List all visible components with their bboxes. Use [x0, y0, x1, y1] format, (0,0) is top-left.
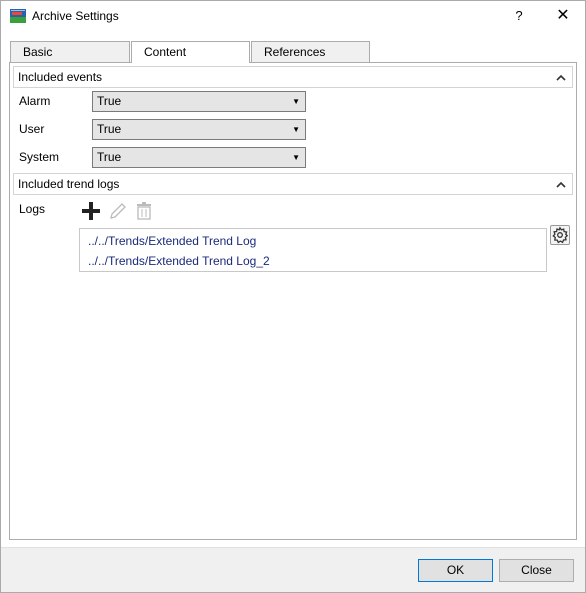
included-events-title: Included events — [18, 70, 103, 84]
included-trend-logs-title: Included trend logs — [18, 177, 120, 191]
help-button[interactable]: ? — [507, 5, 531, 27]
included-events-header[interactable]: Included events — [13, 66, 573, 88]
archive-app-icon — [10, 9, 26, 23]
user-select-value: True — [97, 122, 122, 136]
system-select-value: True — [97, 150, 122, 164]
tab-content[interactable]: Content — [131, 41, 250, 63]
window-title: Archive Settings — [32, 9, 119, 23]
content-panel: Included events Alarm True ▼ User True ▼… — [9, 62, 577, 540]
alarm-select[interactable]: True ▼ — [92, 91, 306, 112]
dropdown-arrow-icon: ▼ — [292, 125, 300, 134]
list-item[interactable]: ../../Trends/Extended Trend Log_2 — [88, 254, 270, 268]
tab-references[interactable]: References — [251, 41, 370, 62]
collapse-chevron-icon — [556, 174, 566, 202]
dropdown-arrow-icon: ▼ — [292, 153, 300, 162]
included-trend-logs-header[interactable]: Included trend logs — [13, 173, 573, 195]
logs-label: Logs — [19, 202, 46, 216]
close-window-button[interactable]: ✕ — [549, 5, 577, 27]
system-label: System — [19, 150, 60, 164]
alarm-select-value: True — [97, 94, 122, 108]
user-label: User — [19, 122, 45, 136]
dropdown-arrow-icon: ▼ — [292, 97, 300, 106]
add-icon[interactable] — [81, 201, 101, 221]
collapse-chevron-icon — [556, 67, 566, 95]
alarm-label: Alarm — [19, 94, 51, 108]
ok-button[interactable]: OK — [418, 559, 493, 582]
logs-list[interactable]: ../../Trends/Extended Trend Log ../../Tr… — [79, 228, 547, 272]
user-select[interactable]: True ▼ — [92, 119, 306, 140]
list-item[interactable]: ../../Trends/Extended Trend Log — [88, 234, 256, 248]
close-button[interactable]: Close — [499, 559, 574, 582]
log-settings-button[interactable] — [550, 225, 570, 245]
system-select[interactable]: True ▼ — [92, 147, 306, 168]
edit-pencil-icon[interactable] — [108, 201, 128, 221]
tab-basic[interactable]: Basic — [10, 41, 130, 62]
dialog-footer: OK Close — [1, 547, 585, 592]
title-bar: Archive Settings ? ✕ — [1, 1, 585, 31]
archive-settings-dialog: Archive Settings ? ✕ Basic Content Refer… — [0, 0, 586, 593]
gear-icon — [552, 226, 569, 244]
delete-trash-icon[interactable] — [134, 201, 154, 221]
